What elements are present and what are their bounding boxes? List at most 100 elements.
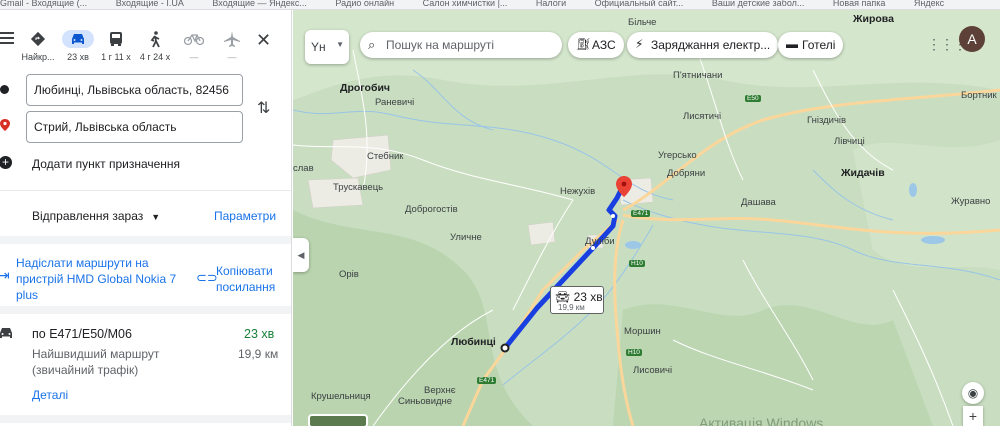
diamond-turn-icon <box>30 31 46 47</box>
place-label: П'ятничани <box>673 70 723 81</box>
place-label: Нежухів <box>560 186 596 197</box>
input-language-button[interactable]: Yн ▼ <box>305 30 349 64</box>
place-label: Раневичі <box>375 97 415 108</box>
route-car-icon <box>0 328 12 338</box>
destination-input[interactable]: Стрий, Львівська область <box>26 111 243 143</box>
bookmark[interactable]: Gmail - Входящие (... <box>0 0 87 8</box>
layers-thumbnail[interactable] <box>308 414 368 426</box>
bookmarks-bar: Gmail - Входящие (... Входящие - I.UA Вх… <box>0 0 1000 10</box>
options-link[interactable]: Параметри <box>214 209 276 223</box>
link-icon: ⊂⊃ <box>196 270 218 285</box>
chip-gas-stations[interactable]: ⛽︎ АЗС <box>568 32 624 58</box>
bed-icon: ▬ <box>786 37 798 51</box>
send-to-device-link[interactable]: Надіслати маршрути на пристрій HMD Globa… <box>16 255 186 303</box>
add-stop-icon[interactable]: + <box>0 156 12 169</box>
chip-label: АЗС <box>592 38 616 52</box>
route-description: Найшвидший маршрут (звичайний трафік) <box>32 347 160 377</box>
place-label: Жидачів <box>841 167 885 179</box>
place-label: Угерсько <box>658 150 697 161</box>
place-label: Журавно <box>951 196 991 207</box>
place-label: Дашава <box>741 197 776 208</box>
details-button[interactable]: Деталі <box>32 388 68 402</box>
caret-down-icon: ▼ <box>151 212 161 222</box>
place-label: Гніздичів <box>807 115 847 126</box>
place-label: Уличне <box>450 232 482 243</box>
route-name[interactable]: по E471/E50/M06 <box>32 327 132 341</box>
mode-label: 1 г 11 х <box>101 52 131 62</box>
road-shield: H10 <box>629 260 645 267</box>
place-label: Жирова <box>853 13 894 25</box>
place-label: Моршин <box>624 326 661 337</box>
plane-icon <box>224 31 240 47</box>
origin-input[interactable]: Любинці, Львівська область, 82456 <box>26 74 243 106</box>
avatar[interactable]: А <box>959 26 985 52</box>
chip-hotels[interactable]: ▬ Готелі <box>778 32 844 58</box>
send-to-phone-icon: ⇥ <box>0 267 10 284</box>
place-label: Лисовичі <box>633 365 673 376</box>
mode-bike[interactable]: — <box>176 28 212 62</box>
bookmark[interactable]: Яндекс <box>914 0 944 8</box>
language-label: Yн <box>311 40 326 54</box>
place-label: Орів <box>339 269 359 280</box>
collapse-panel-button[interactable]: ◀ <box>293 238 309 272</box>
destination-pin-icon <box>0 119 10 131</box>
chip-label: Готелі <box>802 38 836 52</box>
bookmark[interactable]: Официальный сайт... <box>595 0 684 8</box>
place-label: Синьовидне <box>398 396 453 407</box>
tooltip-time: 23 хв <box>573 290 603 304</box>
route-distance: 19,9 км <box>238 347 279 361</box>
car-icon <box>72 34 84 44</box>
depart-dropdown[interactable]: Відправлення зараз ▼ <box>32 209 160 223</box>
chip-label: Заряджання електр... <box>651 38 771 52</box>
mode-label: Найкр... <box>21 52 55 62</box>
divider <box>0 190 291 191</box>
place-label: Крушельниця <box>311 391 371 402</box>
place-label: Верхнє <box>424 385 456 396</box>
chip-ev-charging[interactable]: ⚡︎ Заряджання електр... <box>627 32 779 58</box>
origin-marker[interactable] <box>500 343 510 353</box>
windows-activation-watermark: Активація Windows <box>699 415 824 426</box>
map-canvas[interactable]: Жирова Більче П'ятничани Дрогобич Раневи… <box>293 10 1000 426</box>
close-icon[interactable]: ✕ <box>256 30 271 51</box>
swap-icon[interactable]: ⇅ <box>257 98 270 118</box>
bookmark[interactable]: Радио онлайн <box>335 0 394 8</box>
section-gap <box>0 415 291 423</box>
copy-link-button[interactable]: Копіювати посилання <box>216 263 276 295</box>
gas-pump-icon: ⛽︎ <box>576 37 592 51</box>
caret-down-icon: ▼ <box>336 40 344 49</box>
add-stop-label[interactable]: Додати пункт призначення <box>32 157 180 171</box>
my-location-icon[interactable]: ◉ <box>962 382 984 404</box>
mode-walk[interactable]: 4 г 24 х <box>137 28 173 62</box>
place-label: Стебник <box>367 151 404 162</box>
car-icon: 🚘︎ <box>555 290 571 304</box>
route-time: 23 хв <box>244 327 275 341</box>
route-search-input[interactable]: ⌕ Пошук на маршруті <box>360 32 562 58</box>
walk-icon <box>150 30 160 47</box>
place-label: Дуліби <box>585 236 615 247</box>
place-label: Бортник <box>961 90 997 101</box>
road-shield: E471 <box>631 210 651 217</box>
tooltip-distance: 19,9 км <box>558 303 585 312</box>
place-label: Дрогобич <box>340 82 390 94</box>
bookmark[interactable]: Ваши детские забол... <box>712 0 805 8</box>
search-icon: ⌕ <box>368 37 376 52</box>
bookmark[interactable]: Новая папка <box>833 0 885 8</box>
route-waypoint <box>611 214 615 218</box>
search-placeholder: Пошук на маршруті <box>386 38 495 52</box>
place-label: Лисятичі <box>683 111 722 122</box>
place-label: Лівчиці <box>834 136 865 147</box>
zoom-in-button[interactable]: + <box>963 406 983 426</box>
mode-transit[interactable]: 1 г 11 х <box>98 28 134 62</box>
bookmark[interactable]: Входящие - I.UA <box>116 0 184 8</box>
bookmark[interactable]: Входящие — Яндекс... <box>212 0 306 8</box>
road-shield: E50 <box>745 95 761 102</box>
mode-car[interactable]: 23 хв <box>60 28 96 62</box>
route-tooltip[interactable]: 🚘︎ 23 хв 19,9 км <box>550 286 604 314</box>
mode-best[interactable]: Найкр... <box>20 28 56 62</box>
bookmark[interactable]: Налоги <box>536 0 566 8</box>
mode-flight[interactable]: — <box>214 28 250 62</box>
place-label: Добряни <box>667 168 706 179</box>
section-gap <box>0 306 291 314</box>
mode-label: 4 г 24 х <box>139 52 171 62</box>
bookmark[interactable]: Салон химчистки |... <box>423 0 508 8</box>
